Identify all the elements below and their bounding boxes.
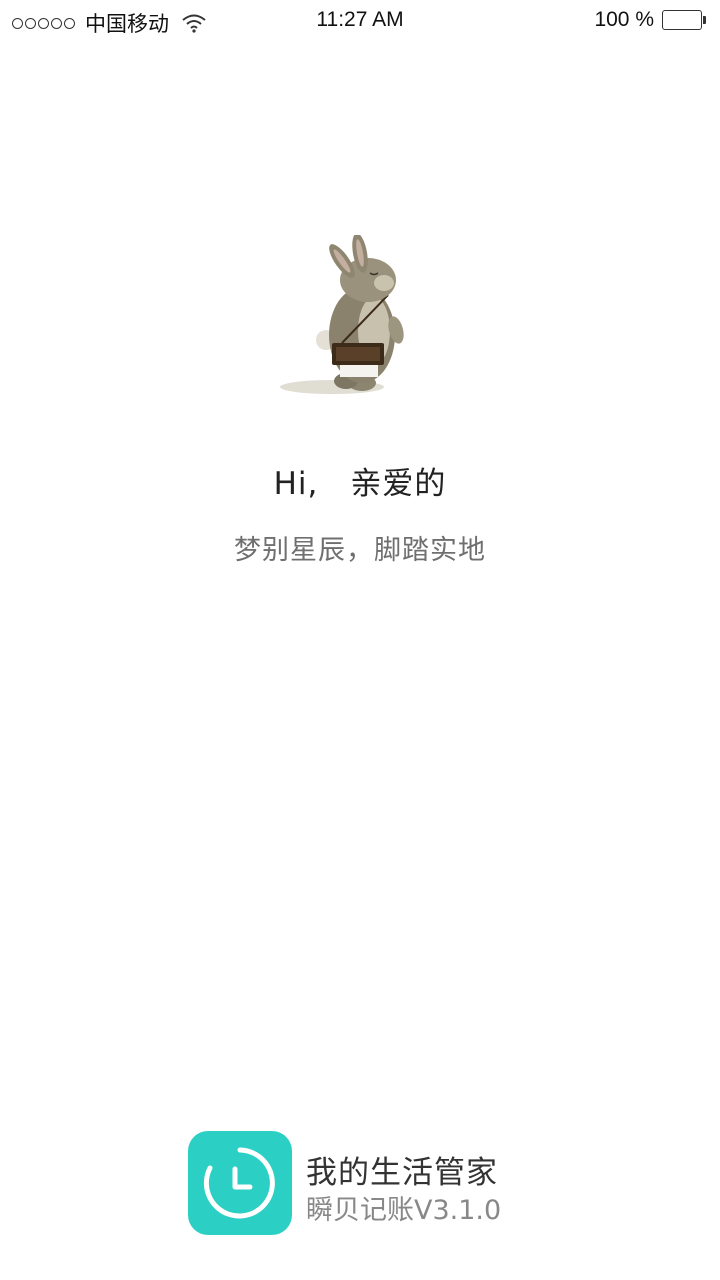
- app-version: 瞬贝记账V3.1.0: [306, 1195, 502, 1226]
- battery-percentage: 100 %: [594, 8, 654, 31]
- clock-icon: [203, 1147, 275, 1219]
- app-name: 我的生活管家: [306, 1155, 498, 1191]
- greeting-text: Hi, 亲爱的: [273, 466, 447, 502]
- bunny-illustration: [280, 235, 404, 394]
- app-logo: [188, 1131, 292, 1235]
- status-bar: 中国移动 11:27 AM 100 %: [0, 0, 720, 40]
- status-right: 100 %: [594, 8, 706, 32]
- slogan-text: 梦别星辰，脚踏实地: [234, 535, 486, 566]
- battery-icon: [662, 10, 706, 30]
